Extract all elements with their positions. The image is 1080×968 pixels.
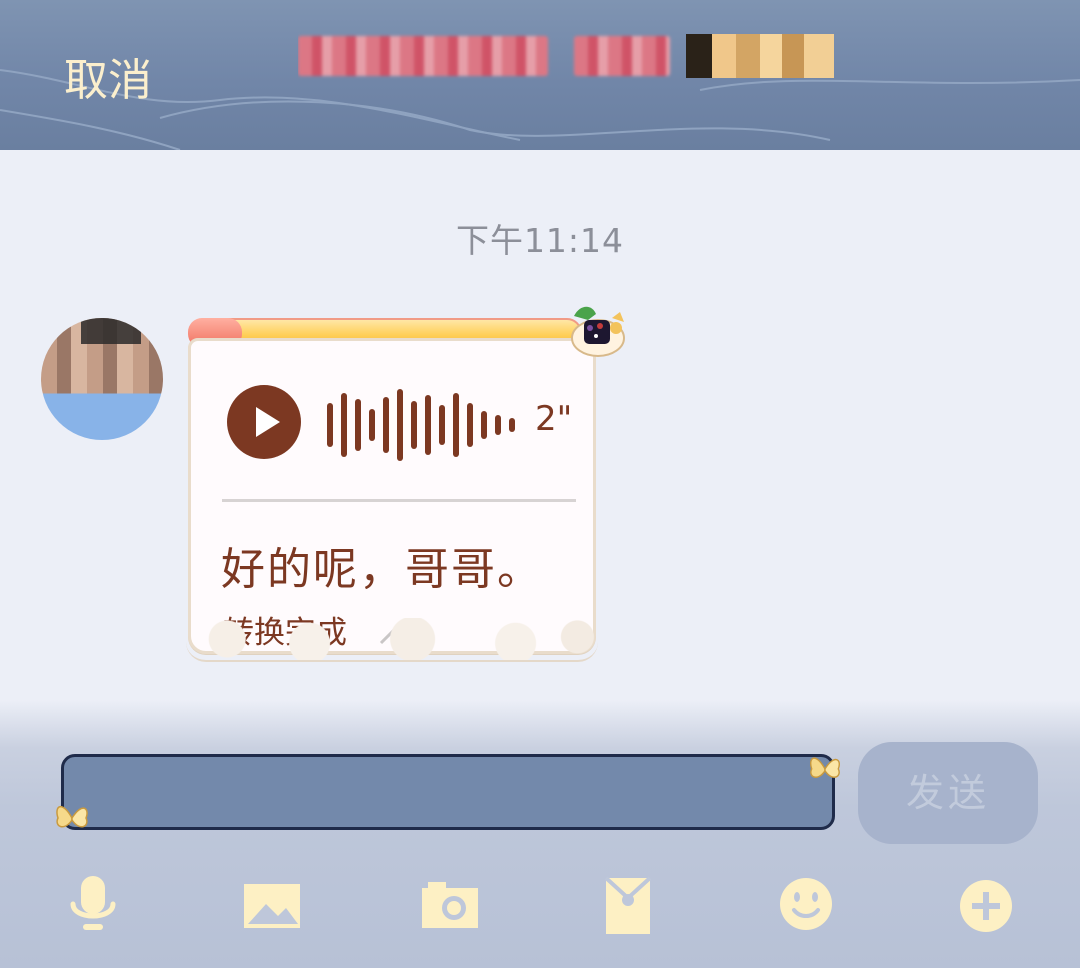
message-input[interactable] bbox=[61, 754, 835, 830]
title-redacted-block bbox=[574, 36, 670, 76]
chat-title bbox=[298, 30, 676, 82]
camera-button[interactable] bbox=[414, 870, 486, 942]
voice-input-button[interactable] bbox=[57, 870, 129, 942]
emoji-button[interactable] bbox=[770, 870, 842, 942]
bubble-cloud-decoration bbox=[186, 618, 598, 662]
input-toolbar bbox=[0, 870, 1080, 942]
play-icon bbox=[256, 407, 280, 437]
voice-duration: 2" bbox=[535, 399, 573, 439]
header-bar: 取消 bbox=[0, 0, 1080, 150]
camera-icon bbox=[422, 882, 478, 928]
message-timestamp: 下午11:14 bbox=[455, 221, 625, 260]
voice-message-bubble[interactable]: 2" 好的呢，哥哥。 转换完成 bbox=[186, 306, 625, 662]
butterfly-icon bbox=[810, 757, 840, 778]
plus-icon bbox=[960, 880, 1012, 932]
image-button[interactable] bbox=[236, 870, 308, 942]
bubble-body: 2" 好的呢，哥哥。 转换完成 bbox=[188, 338, 596, 654]
voice-transcript: 好的呢，哥哥。 bbox=[221, 544, 543, 595]
title-badge bbox=[686, 34, 834, 78]
more-button[interactable] bbox=[950, 870, 1022, 942]
red-packet-button[interactable] bbox=[592, 870, 664, 942]
red-packet-icon bbox=[604, 876, 652, 934]
emoji-icon bbox=[780, 878, 832, 930]
cancel-button[interactable]: 取消 bbox=[64, 44, 152, 108]
bubble-divider bbox=[222, 499, 576, 502]
send-button[interactable]: 发送 bbox=[858, 742, 1038, 844]
waveform-icon bbox=[327, 389, 515, 461]
title-redacted-block bbox=[298, 36, 548, 76]
sushi-sticker-icon bbox=[571, 306, 625, 357]
butterfly-icon bbox=[56, 806, 88, 828]
avatar[interactable] bbox=[41, 318, 163, 440]
play-button[interactable] bbox=[227, 385, 301, 459]
microphone-icon bbox=[70, 876, 116, 930]
image-icon bbox=[244, 884, 300, 928]
